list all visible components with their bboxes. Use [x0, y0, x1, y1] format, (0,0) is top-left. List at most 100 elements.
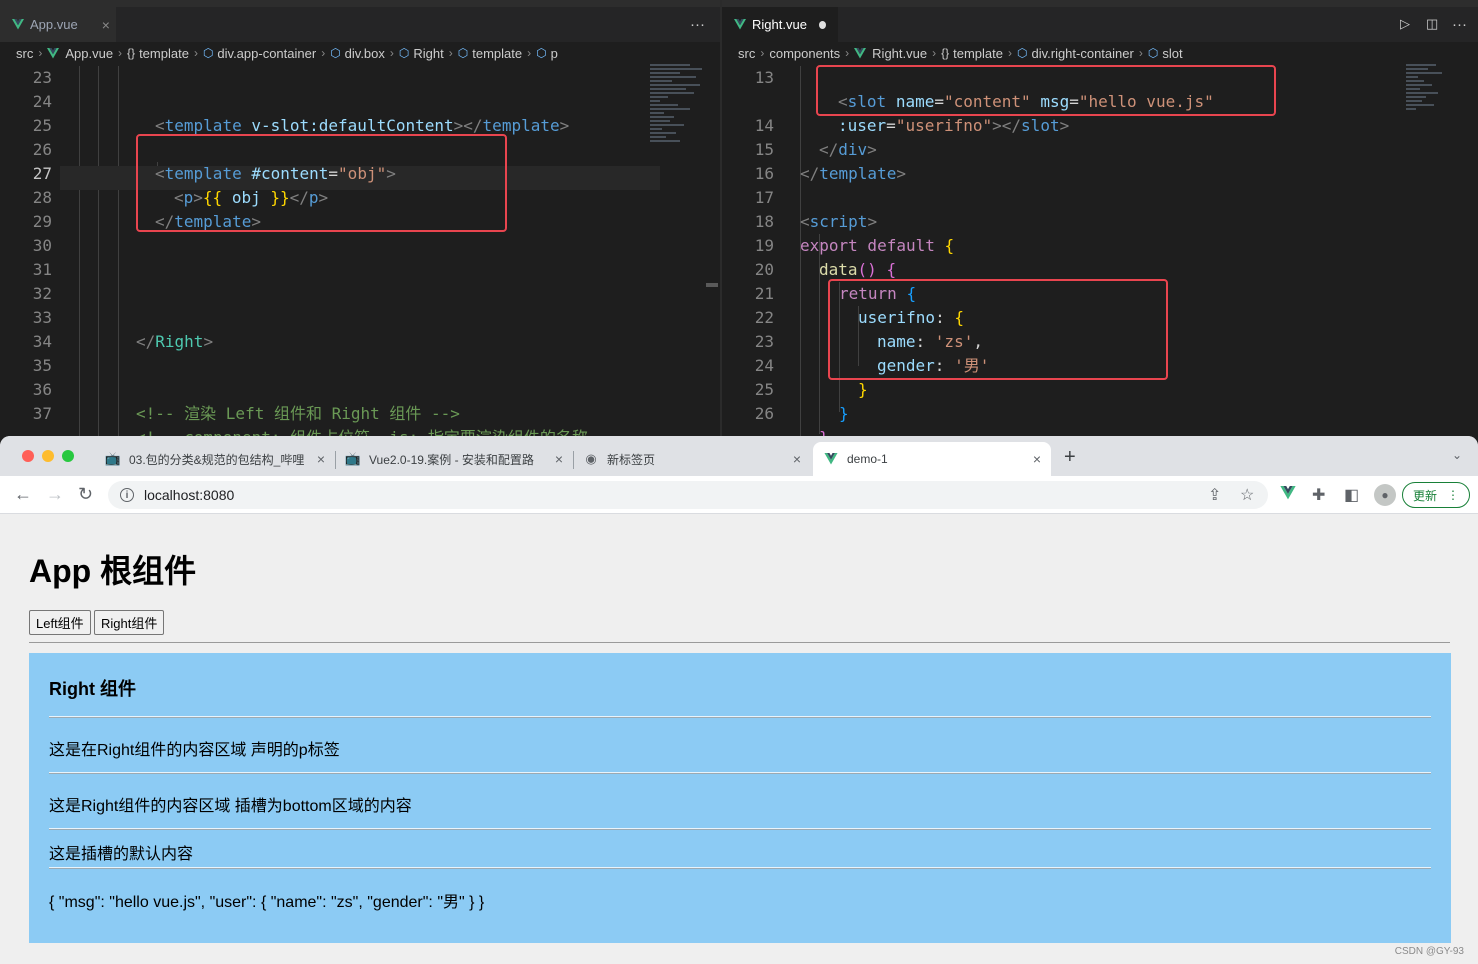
code-line: 32: [32, 284, 52, 303]
vue-devtools-icon[interactable]: [1280, 486, 1296, 505]
page-viewport: App 根组件 Left组件 Right组件 Right 组件 这是在Right…: [8, 520, 1470, 964]
chevron-right-icon: ›: [448, 46, 453, 60]
watermark: CSDN @GY-93: [1394, 946, 1464, 957]
breadcrumb-item[interactable]: ⬡ template: [458, 46, 522, 61]
left-component-button[interactable]: Left组件: [29, 610, 91, 635]
profile-avatar[interactable]: ●: [1374, 484, 1396, 506]
minimize-window-button[interactable]: [42, 450, 54, 462]
share-icon[interactable]: ⇪: [1208, 485, 1221, 505]
element-icon: ⬡: [1147, 46, 1159, 60]
browser-tab[interactable]: 📺 03.包的分类&规范的包结构_哔哩 ×: [95, 442, 335, 476]
close-tab-icon[interactable]: ×: [793, 451, 801, 467]
content-slot-text: 这是在Right组件的内容区域 声明的p标签: [49, 742, 340, 759]
chevron-right-icon: ›: [38, 46, 43, 60]
code-line: 18 export default {: [754, 212, 955, 255]
breadcrumb-item[interactable]: ⬡ div.right-container: [1017, 46, 1134, 61]
forward-arrow-icon[interactable]: →: [46, 484, 64, 505]
tab-search-chevron-icon[interactable]: ⌄: [1452, 448, 1462, 462]
browser-tab-active[interactable]: demo-1 ×: [813, 442, 1051, 476]
breadcrumb-item[interactable]: components: [769, 46, 840, 61]
editor-tab-right-vue[interactable]: Right.vue: [722, 7, 838, 42]
unsaved-dot-icon[interactable]: [818, 20, 826, 29]
code-line: 15 </template>: [754, 140, 906, 183]
update-button[interactable]: 更新 ⋮: [1401, 482, 1470, 508]
code-line: 17 <script>: [754, 188, 878, 231]
right-component-title: Right 组件: [49, 679, 136, 699]
code-area[interactable]: 13 <slot name="content" msg="hello vue.j…: [722, 65, 1478, 436]
update-label: 更新: [1412, 488, 1437, 503]
extensions-puzzle-icon[interactable]: ✚: [1312, 485, 1325, 505]
breadcrumb-item[interactable]: ⬡ div.app-container: [203, 46, 316, 61]
chrome-icon: ◉: [585, 451, 597, 466]
highlight-box: [136, 134, 507, 232]
bottom-slot-text: 这是Right组件的内容区域 插槽为bottom区域的内容: [49, 798, 412, 815]
element-icon: ⬡: [536, 46, 547, 60]
breadcrumb-item[interactable]: src: [16, 46, 33, 61]
chevron-right-icon: ›: [932, 46, 937, 60]
highlight-box: [816, 65, 1276, 116]
browser-tab-title: 新标签页: [607, 452, 656, 467]
divider: [29, 642, 1450, 643]
site-info-icon[interactable]: i: [120, 488, 134, 502]
browser-tab-title: demo-1: [847, 452, 888, 466]
run-icon[interactable]: ▷: [1400, 16, 1410, 32]
vue-file-icon: [12, 19, 24, 30]
element-icon: ⬡: [202, 46, 214, 60]
back-arrow-icon[interactable]: ←: [14, 484, 32, 505]
code-area[interactable]: 23 24 <template v-slot:defaultContent></…: [0, 66, 720, 436]
tab-label: App.vue: [30, 17, 78, 32]
element-icon: ⬡: [1016, 46, 1028, 60]
chevron-right-icon: ›: [1007, 46, 1012, 60]
browser-tab[interactable]: ◉ 新标签页 ×: [573, 442, 811, 476]
breadcrumb-item[interactable]: Right.vue: [854, 46, 927, 61]
code-line: 35: [32, 356, 52, 375]
split-editor-icon[interactable]: ◫: [1426, 16, 1438, 32]
url-text: localhost:8080: [144, 487, 235, 503]
code-line: 31: [32, 260, 52, 279]
breadcrumb-item[interactable]: App.vue: [47, 46, 113, 61]
bilibili-icon: 📺: [104, 451, 122, 466]
right-component-container: Right 组件 这是在Right组件的内容区域 声明的p标签 这是Right组…: [29, 653, 1451, 943]
maximize-window-button[interactable]: [62, 450, 74, 462]
close-window-button[interactable]: [22, 450, 34, 462]
reload-icon[interactable]: ↻: [78, 484, 93, 505]
breadcrumb-item[interactable]: src: [738, 46, 755, 61]
scrollbar-thumb[interactable]: [706, 283, 718, 287]
minimap[interactable]: [650, 64, 708, 234]
braces-icon: {}: [941, 46, 950, 60]
right-component-button[interactable]: Right组件: [94, 610, 165, 635]
minimap[interactable]: [1406, 64, 1446, 154]
element-icon: ⬡: [398, 46, 410, 60]
divider: [49, 867, 1431, 869]
close-tab-icon[interactable]: ×: [1033, 451, 1041, 467]
address-bar[interactable]: i localhost:8080: [108, 481, 1268, 509]
app-vue-editor[interactable]: App.vue × ··· src › App.vue › {} template › …: [0, 0, 720, 436]
code-line: 30: [32, 236, 52, 255]
highlight-box: [828, 279, 1168, 380]
browser-tab[interactable]: 📺 Vue2.0-19.案例 - 安装和配置路 ×: [335, 442, 573, 476]
code-line: 26 },: [754, 404, 839, 436]
more-actions-icon[interactable]: ···: [690, 16, 705, 33]
slot-props-json: { "msg": "hello vue.js", "user": { "name…: [49, 894, 485, 911]
bookmark-star-icon[interactable]: ☆: [1240, 485, 1254, 505]
more-actions-icon[interactable]: ···: [1452, 16, 1467, 33]
breadcrumb-item[interactable]: ⬡ p: [536, 46, 558, 61]
code-line: 14 </div>: [754, 116, 877, 159]
breadcrumb-item[interactable]: {} template: [127, 46, 189, 61]
new-tab-button[interactable]: +: [1064, 446, 1076, 469]
right-vue-editor[interactable]: Right.vue ▷ ◫ ··· src › components › Right…: [722, 0, 1478, 436]
close-tab-icon[interactable]: ×: [317, 451, 325, 467]
editor-tab-app-vue[interactable]: App.vue ×: [0, 7, 116, 42]
breadcrumb: src › App.vue › {} template › ⬡ div.app-conta…: [0, 42, 720, 64]
breadcrumb-item[interactable]: {} template: [941, 46, 1003, 61]
browser-tab-title: 03.包的分类&规范的包结构_哔哩: [129, 452, 305, 467]
divider: [49, 716, 1431, 718]
chevron-right-icon: ›: [389, 46, 394, 60]
side-panel-icon[interactable]: ◧: [1344, 485, 1359, 505]
breadcrumb-item[interactable]: ⬡ Right: [399, 46, 444, 61]
close-tab-icon[interactable]: ×: [555, 451, 563, 467]
close-icon[interactable]: ×: [102, 17, 110, 33]
code-line: 34: [32, 332, 52, 351]
breadcrumb-item[interactable]: ⬡ div.box: [330, 46, 385, 61]
breadcrumb-item[interactable]: ⬡ slot: [1148, 46, 1183, 61]
